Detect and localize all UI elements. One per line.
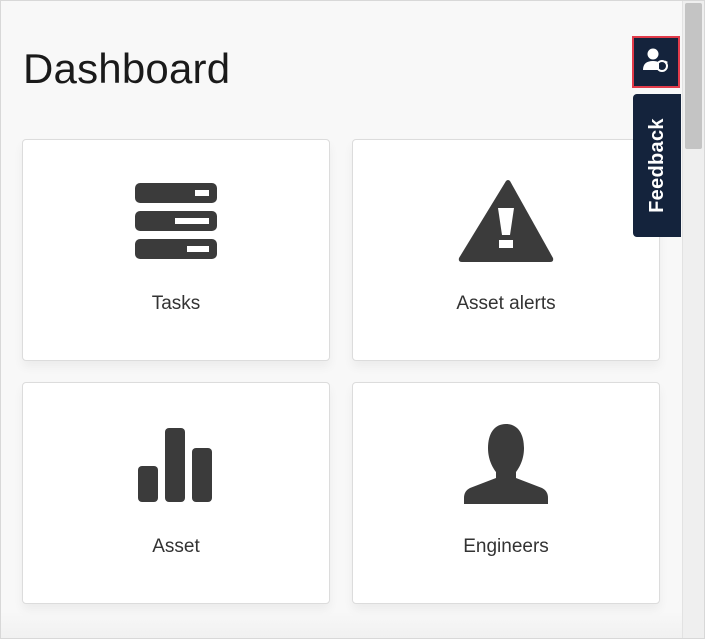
tile-engineers[interactable]: Engineers <box>352 382 660 604</box>
feedback-tab[interactable]: Feedback <box>633 94 681 237</box>
app-frame: Dashboard Tasks Asset alerts Asset Engin… <box>0 0 705 639</box>
tile-label-asset-alerts: Asset alerts <box>456 293 556 314</box>
user-switch-icon <box>643 48 669 77</box>
bottom-fade <box>1 611 682 638</box>
scrollbar-thumb[interactable] <box>685 3 702 149</box>
tasks-list-icon <box>23 178 329 264</box>
tile-label-engineers: Engineers <box>463 536 549 557</box>
tile-tasks[interactable]: Tasks <box>22 139 330 361</box>
tile-asset-alerts[interactable]: Asset alerts <box>352 139 660 361</box>
bar-chart-icon <box>23 421 329 507</box>
tile-asset[interactable]: Asset <box>22 382 330 604</box>
tile-label-asset: Asset <box>152 536 200 557</box>
feedback-label: Feedback <box>645 118 668 213</box>
page-title: Dashboard <box>23 45 231 92</box>
user-switch-button[interactable] <box>632 36 680 88</box>
tile-label-tasks: Tasks <box>151 293 201 314</box>
user-silhouette-icon <box>353 421 659 507</box>
warning-triangle-icon <box>353 178 659 264</box>
